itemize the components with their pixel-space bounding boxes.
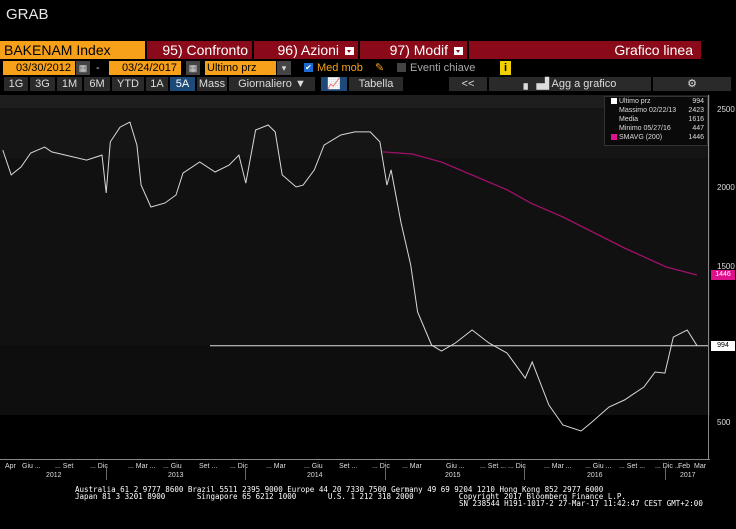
chevron-down-icon [454, 47, 463, 56]
price-chart[interactable] [0, 95, 710, 458]
legend-min: Minimo 05/27/16 447 [605, 124, 707, 133]
period-5a[interactable]: 5A [170, 77, 195, 91]
x-axis [0, 459, 710, 460]
date-separator: - [96, 62, 100, 74]
chart-type-button[interactable]: Grafico linea [469, 41, 701, 59]
x-tick-label: ... Mar [266, 463, 286, 470]
y-tick-label: 2000 [717, 183, 735, 193]
chevron-down-icon [345, 47, 354, 56]
x-tick-label: ... Set ... [619, 463, 646, 470]
start-date-input[interactable]: 03/30/2012 [3, 61, 75, 75]
x-tick-label: ... Mar ... [544, 463, 572, 470]
legend-label: Ultimo prz [619, 98, 651, 105]
period-6m[interactable]: 6M [84, 77, 110, 91]
ticker-input[interactable]: BAKENAM Index [0, 41, 145, 59]
period-1g[interactable]: 1G [4, 77, 28, 91]
legend-value: 2423 [688, 107, 704, 114]
legend-max: Massimo 02/22/13 2423 [605, 106, 707, 115]
x-tick-label: Feb [678, 463, 691, 470]
legend-value: 1446 [688, 134, 704, 141]
legend-value: 994 [692, 98, 704, 105]
x-year-label: 2015 [445, 472, 461, 479]
frequency-select[interactable]: Giornaliero ▼ [229, 77, 315, 91]
x-tick-label: ... Set ... [480, 463, 507, 470]
y-tick-label: 2500 [717, 105, 735, 114]
field-dropdown-chevron-icon[interactable]: ▾ [277, 61, 291, 75]
table-button[interactable]: Tabella [349, 77, 403, 91]
x-tick-label: Mar [694, 463, 707, 470]
year-divider [106, 466, 107, 480]
add-to-chart-button[interactable]: ▖▗▟ Agg a grafico [489, 77, 651, 91]
window-title: GRAB [6, 6, 49, 23]
settings-gear-icon[interactable]: ⚙ [653, 77, 731, 91]
legend-last-price: Ultimo prz 994 [605, 97, 707, 106]
x-year-label: 2016 [587, 472, 603, 479]
edit-button[interactable]: 97) Modif [360, 41, 467, 59]
period-1m[interactable]: 1M [57, 77, 82, 91]
pencil-icon[interactable]: ✎ [375, 61, 384, 75]
calendar-icon[interactable]: ▦ [186, 61, 200, 75]
year-divider [665, 466, 666, 480]
x-tick-label: Set ... [339, 463, 358, 470]
x-tick-label: Giu ... [446, 463, 465, 470]
sma-price-tag: 1446 [711, 269, 735, 280]
period-3g[interactable]: 3G [30, 77, 55, 91]
calendar-icon[interactable]: ▦ [76, 61, 90, 75]
legend-sma: SMAVG (200) 1446 [605, 133, 707, 142]
field-select[interactable]: Ultimo prz [205, 61, 276, 75]
key-events-label: Eventi chiave [410, 62, 476, 74]
compare-button[interactable]: 95) Confronto [147, 41, 252, 59]
key-events-checkbox[interactable] [397, 63, 406, 72]
x-tick-label: ... Giu ... [585, 463, 612, 470]
x-tick-label: ... Mar ... [128, 463, 156, 470]
compare-label: 95) Confronto [162, 42, 248, 58]
x-tick-label: ... Giu [163, 463, 182, 470]
line-chart-icon[interactable]: 📈 [321, 77, 347, 91]
period-ytd[interactable]: YTD [112, 77, 144, 91]
legend-label: Massimo 02/22/13 [619, 107, 677, 114]
edit-label: 97) Modif [389, 42, 448, 58]
x-year-label: 2017 [680, 472, 696, 479]
moving-avg-checkbox[interactable]: ✔ [304, 63, 313, 72]
period-mass[interactable]: Mass [197, 77, 227, 91]
year-divider [245, 466, 246, 480]
year-divider [524, 466, 525, 480]
x-year-label: 2014 [307, 472, 323, 479]
period-1a[interactable]: 1A [146, 77, 168, 91]
y-tick-label: 500 [717, 418, 731, 427]
x-tick-label: ... Mar [402, 463, 422, 470]
x-tick-label: ... Set [55, 463, 74, 470]
x-tick-label: Set ... [199, 463, 218, 470]
legend-label: Minimo 05/27/16 [619, 125, 671, 132]
x-year-label: 2012 [46, 472, 62, 479]
x-tick-label: Giu ... [22, 463, 41, 470]
bar-chart-icon: ▖▗▟ [523, 78, 552, 90]
x-tick-label: ... Giu [304, 463, 323, 470]
moving-avg-label: Med mob [317, 62, 363, 74]
legend-label: SMAVG (200) [619, 134, 663, 141]
x-year-label: 2013 [168, 472, 184, 479]
x-tick-label: Apr [5, 463, 16, 470]
info-icon[interactable]: i [500, 61, 511, 75]
legend-label: Media [619, 116, 639, 123]
end-date-input[interactable]: 03/24/2017 [109, 61, 181, 75]
add-to-chart-label: Agg a grafico [551, 78, 617, 90]
last-price-tag: 994 [711, 340, 735, 351]
legend-mean: Media 1616 [605, 115, 707, 124]
year-divider [385, 466, 386, 480]
back-button[interactable]: << [449, 77, 487, 91]
x-tick-label: ... Dic ... [655, 463, 681, 470]
y-axis [708, 95, 709, 460]
legend-value: 1616 [688, 116, 704, 123]
x-tick-label: ... Dic [372, 463, 390, 470]
actions-button[interactable]: 96) Azioni [254, 41, 358, 59]
actions-label: 96) Azioni [277, 42, 339, 58]
legend-value: 447 [692, 125, 704, 132]
footer-serial: SN 238544 H191-1017-2 27-Mar-17 11:42:47… [459, 499, 703, 508]
chart-legend: Ultimo prz 994 Massimo 02/22/13 2423 Media… [604, 96, 708, 146]
